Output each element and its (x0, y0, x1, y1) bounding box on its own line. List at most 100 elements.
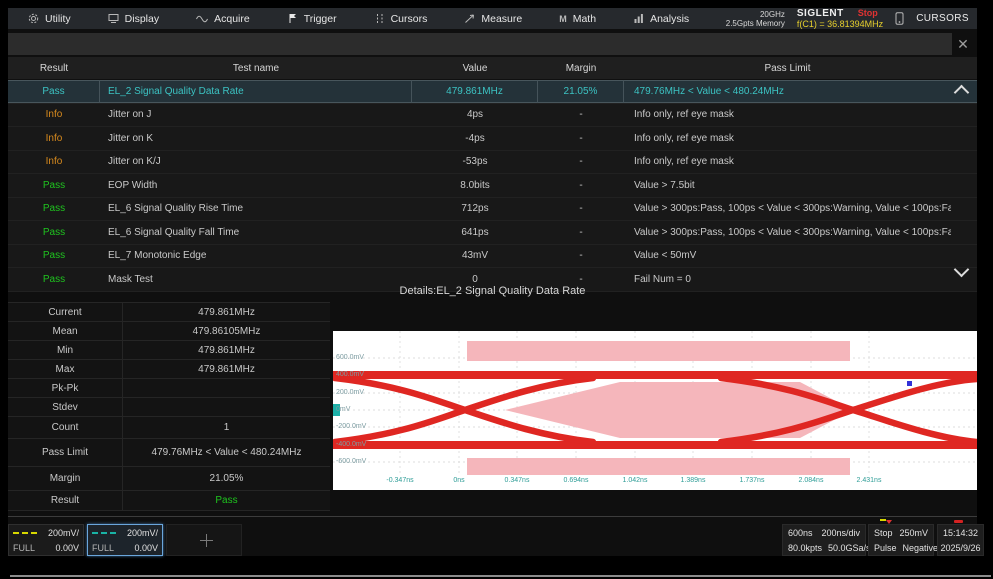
channel-box-c1[interactable]: 200mV/ FULL 0.00V (8, 524, 84, 556)
timebase-points: 80.0kpts (788, 543, 822, 553)
table-row[interactable]: PassEL_7 Monotonic Edge43mV-Value < 50mV (8, 245, 977, 269)
details-title: Details:EL_2 Signal Quality Data Rate (8, 282, 977, 300)
display-icon (108, 13, 119, 24)
eye-x-axis-label: 2.084ns (799, 477, 824, 484)
stats-label: Current (8, 303, 123, 321)
channel-box-c2[interactable]: 200mV/ FULL 0.00V (87, 524, 163, 556)
menu-trigger[interactable]: Trigger (287, 13, 337, 25)
table-cell: - (538, 104, 624, 127)
results-table: Result Test name Value Margin Pass Limit… (8, 57, 977, 292)
eye-x-axis-label: 2.431ns (857, 477, 882, 484)
cursors-button[interactable]: CURSORS (916, 13, 969, 24)
trigger-source-icon (880, 519, 890, 523)
table-row[interactable]: PassEL_6 Signal Quality Rise Time712ps-V… (8, 198, 977, 222)
memory-readout: 2.5Gpts Memory (726, 19, 785, 28)
table-row[interactable]: PassEOP Width8.0bits-Value > 7.5bit (8, 174, 977, 198)
c1-offset: 0.00V (55, 543, 79, 553)
table-cell: EL_6 Signal Quality Rise Time (100, 198, 412, 221)
stats-row: Min479.861MHz (8, 341, 330, 360)
gear-icon (28, 13, 39, 24)
stats-value: 479.861MHz (123, 341, 330, 359)
stats-row: Count1 (8, 417, 330, 439)
frequency-counter-readout: f(C1) = 36.81394MHz (797, 19, 883, 29)
menu-label: Analysis (650, 13, 689, 25)
table-cell: Value > 300ps:Pass, 100ps < Value < 300p… (624, 198, 951, 221)
details-stats-table: Current479.861MHzMean479.86105MHzMin479.… (8, 302, 330, 511)
eye-x-axis-label: 1.042ns (623, 477, 648, 484)
acquisition-info: 20GHz 2.5Gpts Memory (726, 10, 785, 28)
table-row[interactable]: InfoJitter on K/J-53ps-Info only, ref ey… (8, 151, 977, 175)
column-header-value: Value (412, 57, 538, 79)
menu-cursors[interactable]: Cursors (374, 13, 428, 25)
stats-row: Margin21.05% (8, 467, 330, 491)
trigger-status: Stop (874, 528, 893, 538)
empty-channel-slot[interactable] (166, 524, 242, 556)
stats-label: Mean (8, 322, 123, 340)
table-cell: EL_2 Signal Quality Data Rate (100, 80, 412, 103)
c2-bandwidth: FULL (92, 543, 114, 553)
stats-label: Result (8, 491, 123, 510)
eye-y-axis-label: 0mV (336, 406, 350, 414)
table-cell: 8.0bits (412, 174, 538, 197)
stats-value: 479.861MHz (123, 360, 330, 378)
stats-value (123, 398, 330, 416)
table-cell: EL_7 Monotonic Edge (100, 245, 412, 268)
stats-row: Pass Limit479.76MHz < Value < 480.24MHz (8, 439, 330, 467)
table-row[interactable]: InfoJitter on J4ps-Info only, ref eye ma… (8, 104, 977, 128)
table-row[interactable]: PassEL_2 Signal Quality Data Rate479.861… (8, 80, 977, 104)
stats-value: 479.861MHz (123, 303, 330, 321)
table-cell: EOP Width (100, 174, 412, 197)
table-cell: Jitter on J (100, 104, 412, 127)
table-cell: Jitter on K (100, 127, 412, 150)
stats-value: Pass (123, 491, 330, 510)
eye-x-axis-label: 0.694ns (564, 477, 589, 484)
table-row[interactable]: InfoJitter on K-4ps-Info only, ref eye m… (8, 127, 977, 151)
screen-edge (10, 575, 991, 577)
timebase-box[interactable]: 600ns 200ns/div 80.0kpts 50.0GSa/s (782, 524, 866, 556)
stats-row: ResultPass (8, 491, 330, 511)
timebase-sample-rate: 50.0GSa/s (828, 543, 871, 553)
menu-acquire[interactable]: Acquire (196, 13, 250, 25)
table-cell: Value < 50mV (624, 245, 951, 268)
table-cell: Pass (8, 245, 100, 268)
stats-value: 1 (123, 417, 330, 438)
eye-y-axis-label: 200.0mV (336, 389, 364, 397)
menu-utility[interactable]: Utility (28, 13, 71, 25)
table-cell: 21.05% (538, 80, 624, 103)
table-cell: - (538, 174, 624, 197)
bottom-divider (8, 516, 977, 517)
menu-label: Display (125, 13, 159, 25)
stats-value: 21.05% (123, 467, 330, 490)
dialog-title-bar (8, 33, 952, 55)
eye-x-axis-label: 0ns (453, 477, 464, 484)
math-icon: M (559, 14, 567, 24)
cursor-dot (907, 381, 912, 386)
stats-label: Pass Limit (8, 439, 123, 466)
menu-label: Measure (481, 13, 522, 25)
eye-y-axis-label: 400.0mV (336, 371, 364, 379)
stats-label: Margin (8, 467, 123, 490)
table-cell: Pass (8, 174, 100, 197)
eye-y-axis-label: 600.0mV (336, 354, 364, 362)
table-cell: -53ps (412, 151, 538, 174)
c1-bandwidth: FULL (13, 543, 35, 553)
table-cell: 479.861MHz (412, 80, 538, 103)
stats-row: Current479.861MHz (8, 303, 330, 322)
menu-math[interactable]: M Math (559, 13, 596, 25)
timebase-scale: 200ns/div (821, 528, 860, 538)
clock-time: 15:14:32 (938, 525, 983, 540)
stats-row: Mean479.86105MHz (8, 322, 330, 341)
table-row[interactable]: PassEL_6 Signal Quality Fall Time641ps-V… (8, 221, 977, 245)
menu-measure[interactable]: Measure (464, 13, 522, 25)
eye-x-axis-label: -0.347ns (386, 477, 413, 484)
menu-analysis[interactable]: Analysis (633, 13, 689, 25)
trigger-slope: Negative (903, 543, 939, 553)
c1-scale: 200mV/ (48, 528, 79, 538)
stats-row: Pk-Pk (8, 379, 330, 398)
eye-diagram-plot (333, 331, 977, 490)
table-cell: Info (8, 127, 100, 150)
trigger-box[interactable]: Stop 250mV Pulse Negative (868, 524, 934, 556)
eye-x-axis-label: 1.737ns (740, 477, 765, 484)
menu-display[interactable]: Display (108, 13, 159, 25)
close-icon[interactable]: ✕ (951, 33, 975, 55)
